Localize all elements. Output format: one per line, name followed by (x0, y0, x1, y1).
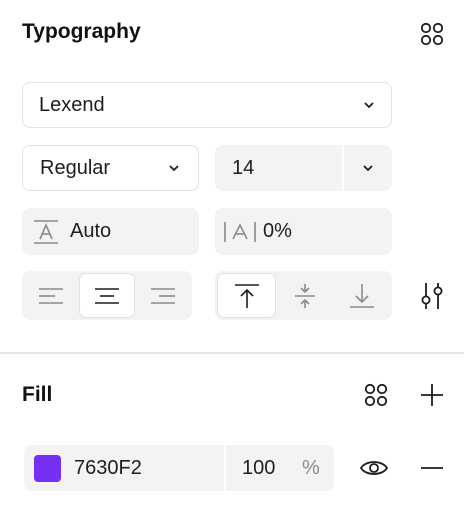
valign-bottom-button[interactable] (333, 273, 390, 318)
font-size-field: 14 (215, 145, 392, 191)
add-fill-button[interactable] (416, 379, 448, 411)
eye-icon (359, 461, 389, 475)
align-right-button[interactable] (135, 273, 190, 318)
valign-middle-button[interactable] (276, 273, 333, 318)
align-left-button[interactable] (24, 273, 79, 318)
color-hex-input[interactable]: 7630F2 (74, 457, 142, 480)
chevron-down-icon (364, 102, 374, 109)
vertical-align-control (215, 271, 392, 320)
four-dots-icon (420, 22, 444, 46)
typography-styles-button[interactable] (416, 18, 448, 50)
opacity-input[interactable]: 100 (242, 457, 275, 480)
font-weight-select[interactable]: Regular (22, 145, 199, 191)
remove-fill-button[interactable] (416, 452, 448, 484)
plus-icon (421, 384, 443, 406)
vertical-align-top-icon (234, 283, 259, 308)
line-height-value: Auto (70, 220, 112, 242)
toggle-visibility-button[interactable] (356, 452, 392, 484)
letter-spacing-value: 0% (263, 220, 292, 242)
align-left-icon (39, 287, 64, 304)
align-center-button[interactable] (78, 273, 136, 318)
fill-divider (224, 445, 226, 491)
align-right-icon (150, 287, 175, 304)
line-height-icon (34, 219, 58, 244)
horizontal-align-control (22, 271, 192, 320)
font-size-dropdown-button[interactable] (344, 145, 392, 191)
four-dots-icon (364, 383, 388, 407)
section-divider (0, 352, 464, 354)
chevron-down-icon (363, 165, 373, 172)
color-swatch[interactable] (34, 455, 61, 482)
vertical-align-bottom-icon (349, 283, 374, 308)
sliders-icon (421, 283, 443, 309)
fill-row: 7630F2 100 % (24, 445, 334, 491)
typography-title: Typography (22, 20, 141, 43)
letter-spacing-field[interactable]: 0% (215, 208, 392, 255)
fill-styles-button[interactable] (360, 379, 392, 411)
chevron-down-icon (169, 165, 179, 172)
font-size-input[interactable]: 14 (232, 157, 254, 180)
fill-title: Fill (22, 383, 53, 406)
letter-spacing-icon (224, 221, 256, 242)
font-family-value: Lexend (39, 93, 105, 116)
opacity-unit: % (302, 457, 320, 479)
text-settings-button[interactable] (416, 280, 448, 312)
align-center-icon (95, 287, 119, 304)
font-weight-value: Regular (40, 156, 111, 179)
valign-top-button[interactable] (217, 273, 276, 318)
line-height-field[interactable]: Auto (22, 208, 199, 255)
minus-icon (421, 467, 443, 469)
vertical-align-middle-icon (294, 283, 315, 308)
font-family-select[interactable]: Lexend (22, 82, 392, 128)
